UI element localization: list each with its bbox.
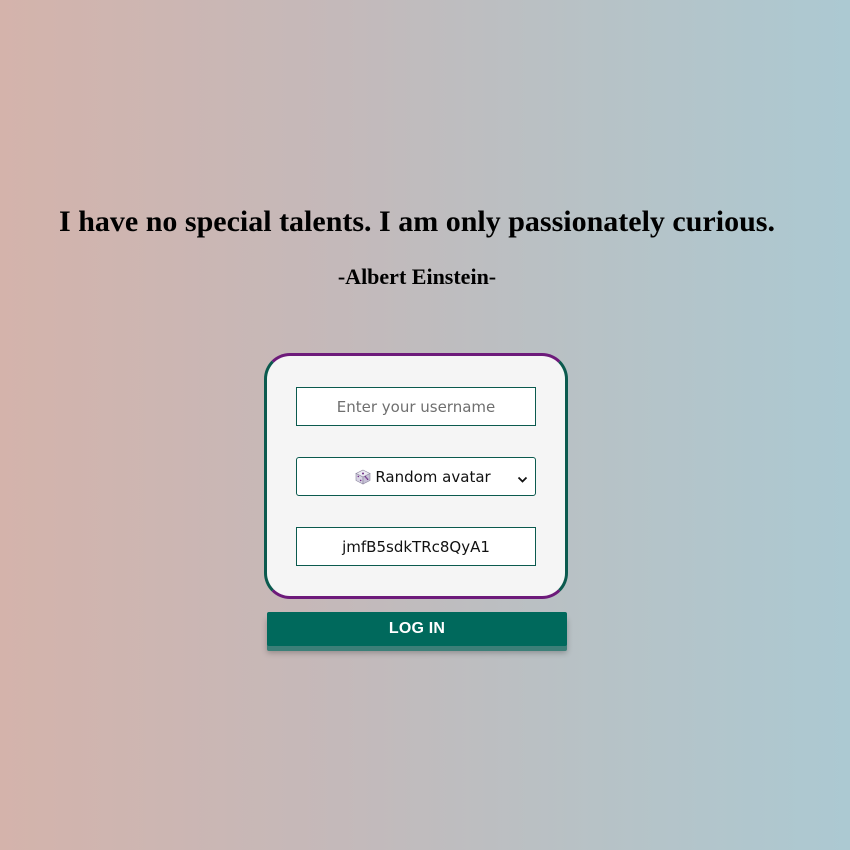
- password-field[interactable]: [296, 527, 536, 566]
- dice-icon: [355, 469, 371, 485]
- avatar-select[interactable]: Random avatar: [296, 457, 536, 496]
- quote-text: I have no special talents. I am only pas…: [59, 205, 775, 238]
- chevron-down-icon: [517, 471, 528, 489]
- quote-author: -Albert Einstein-: [337, 264, 497, 289]
- avatar-select-value: Random avatar: [375, 467, 491, 486]
- username-input[interactable]: [296, 387, 536, 426]
- login-card: Random avatar: [264, 353, 568, 599]
- login-button[interactable]: LOG IN: [267, 612, 567, 646]
